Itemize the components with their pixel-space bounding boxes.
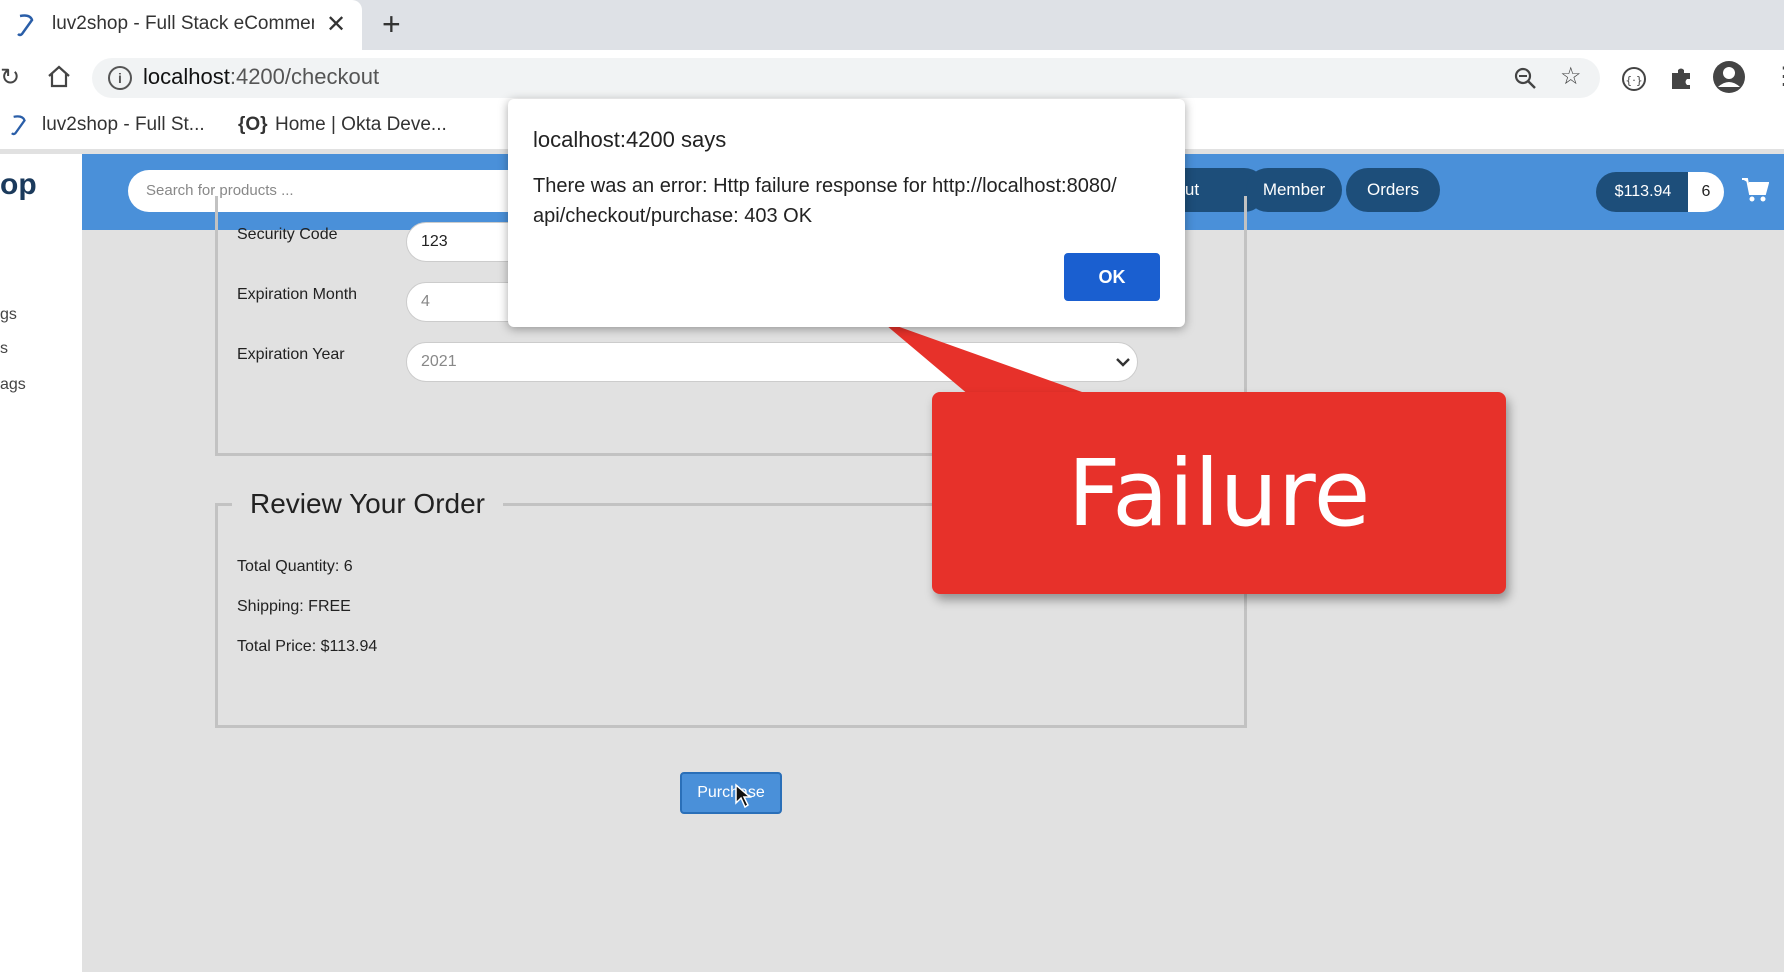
failure-callout-text: Failure (1067, 440, 1371, 547)
menu-kebab-icon[interactable]: ⋮ (1772, 62, 1784, 91)
chevron-down-icon (1116, 358, 1130, 367)
cart-total-badge[interactable]: $113.94 (1596, 172, 1690, 212)
total-price-text: Total Price: $113.94 (237, 638, 378, 655)
url-host: localhost (143, 64, 230, 89)
sidebar-item-1[interactable]: gs (0, 306, 17, 324)
app-logo[interactable]: op (0, 168, 37, 202)
luv2shop-favicon-icon (17, 14, 34, 37)
site-info-icon[interactable]: i (108, 66, 132, 90)
shopping-cart-icon[interactable] (1741, 176, 1769, 204)
extensions-puzzle-icon[interactable] (1668, 65, 1694, 91)
luv2shop-bookmark-icon (11, 115, 26, 136)
category-sidebar (0, 230, 82, 972)
bookmark-star-icon[interactable]: ☆ (1560, 62, 1582, 91)
expiration-year-label: Expiration Year (237, 346, 345, 363)
bookmark-luv2shop[interactable]: luv2shop - Full St... (42, 114, 205, 136)
review-order-title: Review Your Order (232, 488, 504, 520)
purchase-button[interactable]: Purchase (680, 772, 782, 814)
reload-icon[interactable]: ↻ (0, 63, 20, 92)
url-text[interactable]: localhost:4200/checkout (143, 64, 379, 90)
home-icon[interactable] (46, 64, 72, 90)
shipping-text: Shipping: FREE (237, 598, 351, 615)
extension-icon[interactable]: {·} (1620, 65, 1648, 93)
total-quantity-text: Total Quantity: 6 (237, 558, 353, 575)
orders-button[interactable]: Orders (1346, 168, 1440, 212)
sidebar-item-2[interactable]: s (0, 340, 8, 358)
mouse-cursor-icon (735, 783, 752, 809)
sidebar-item-3[interactable]: ags (0, 376, 26, 394)
dialog-message: There was an error: Http failure respons… (533, 175, 1117, 227)
bookmark-okta[interactable]: Home | Okta Deve... (275, 114, 447, 136)
svg-text:{·}: {·} (1625, 74, 1643, 87)
member-button[interactable]: Member (1246, 168, 1342, 212)
close-tab-icon[interactable]: ✕ (326, 10, 346, 39)
dialog-title: localhost:4200 says (533, 127, 727, 152)
tab-title: luv2shop - Full Stack eCommerce (52, 13, 314, 34)
new-tab-icon[interactable]: + (382, 6, 401, 43)
expiration-month-label: Expiration Month (237, 286, 358, 303)
dialog-ok-button[interactable]: OK (1064, 253, 1160, 301)
okta-bookmark-icon: {O} (238, 114, 268, 135)
profile-avatar-icon[interactable] (1712, 60, 1746, 94)
security-code-label: Security Code (237, 226, 338, 243)
url-path: :4200/checkout (229, 64, 380, 89)
zoom-icon[interactable] (1512, 65, 1538, 91)
